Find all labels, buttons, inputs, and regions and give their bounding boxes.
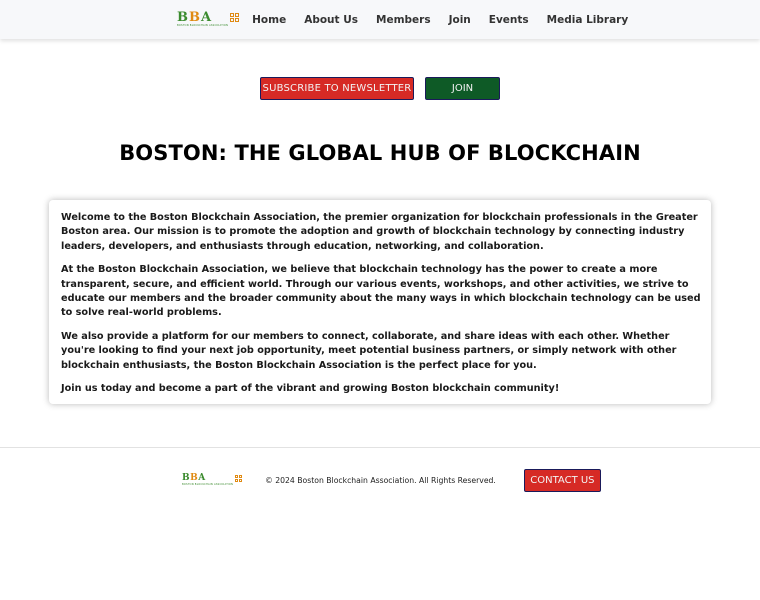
logo-letter-b1: B bbox=[177, 10, 189, 26]
nav-join[interactable]: Join bbox=[449, 14, 471, 26]
logo-letter-a: A bbox=[201, 10, 213, 26]
intro-card: Welcome to the Boston Blockchain Associa… bbox=[49, 200, 711, 404]
nav-about-us[interactable]: About Us bbox=[304, 14, 358, 26]
logo-wordmark: BBA BOSTON BLOCKCHAIN ASSOCIATION bbox=[177, 11, 228, 28]
footer-logo-letter-a: A bbox=[198, 473, 206, 484]
nav-home[interactable]: Home bbox=[252, 14, 286, 26]
footer-logo[interactable]: BBA BOSTON BLOCKCHAIN ASSOCIATION bbox=[182, 474, 243, 487]
intro-paragraph-2: At the Boston Blockchain Association, we… bbox=[61, 264, 701, 319]
footer-logo-letter-b2: B bbox=[190, 473, 199, 484]
page-title: BOSTON: THE GLOBAL HUB OF BLOCKCHAIN bbox=[119, 141, 641, 165]
logo-letter-b2: B bbox=[189, 10, 201, 26]
footer-logo-wordmark: BBA BOSTON BLOCKCHAIN ASSOCIATION bbox=[182, 474, 233, 487]
contact-us-button[interactable]: CONTACT US bbox=[523, 469, 601, 492]
logo-grid-icon bbox=[230, 13, 240, 22]
intro-paragraph-1: Welcome to the Boston Blockchain Associa… bbox=[61, 212, 698, 252]
intro-paragraph-3: We also provide a platform for our membe… bbox=[61, 331, 677, 371]
footer-logo-tagline: BOSTON BLOCKCHAIN ASSOCIATION bbox=[182, 483, 234, 487]
action-buttons: SUBSCRIBE TO NEWSLETTER JOIN bbox=[260, 77, 500, 100]
nav-members[interactable]: Members bbox=[376, 14, 431, 26]
nav-media-library[interactable]: Media Library bbox=[547, 14, 629, 26]
join-button[interactable]: JOIN bbox=[425, 77, 500, 100]
nav-links: Home About Us Members Join Events Media … bbox=[252, 14, 646, 26]
footer-divider bbox=[0, 447, 760, 448]
footer-logo-letters: BBA bbox=[182, 474, 233, 483]
top-navbar: BBA BOSTON BLOCKCHAIN ASSOCIATION Home A… bbox=[0, 0, 760, 39]
footer-logo-letter-b1: B bbox=[182, 473, 191, 484]
logo-letters: BBA bbox=[177, 11, 228, 24]
nav-events[interactable]: Events bbox=[489, 14, 529, 26]
logo-tagline: BOSTON BLOCKCHAIN ASSOCIATION bbox=[177, 24, 229, 28]
intro-paragraph-4: Join us today and become a part of the v… bbox=[61, 383, 560, 395]
bba-logo[interactable]: BBA BOSTON BLOCKCHAIN ASSOCIATION bbox=[177, 11, 240, 28]
copyright-text: © 2024 Boston Blockchain Association. Al… bbox=[265, 476, 496, 485]
subscribe-newsletter-button[interactable]: SUBSCRIBE TO NEWSLETTER bbox=[260, 77, 414, 100]
footer-logo-grid-icon bbox=[235, 475, 243, 482]
footer: BBA BOSTON BLOCKCHAIN ASSOCIATION © 2024… bbox=[182, 469, 601, 492]
